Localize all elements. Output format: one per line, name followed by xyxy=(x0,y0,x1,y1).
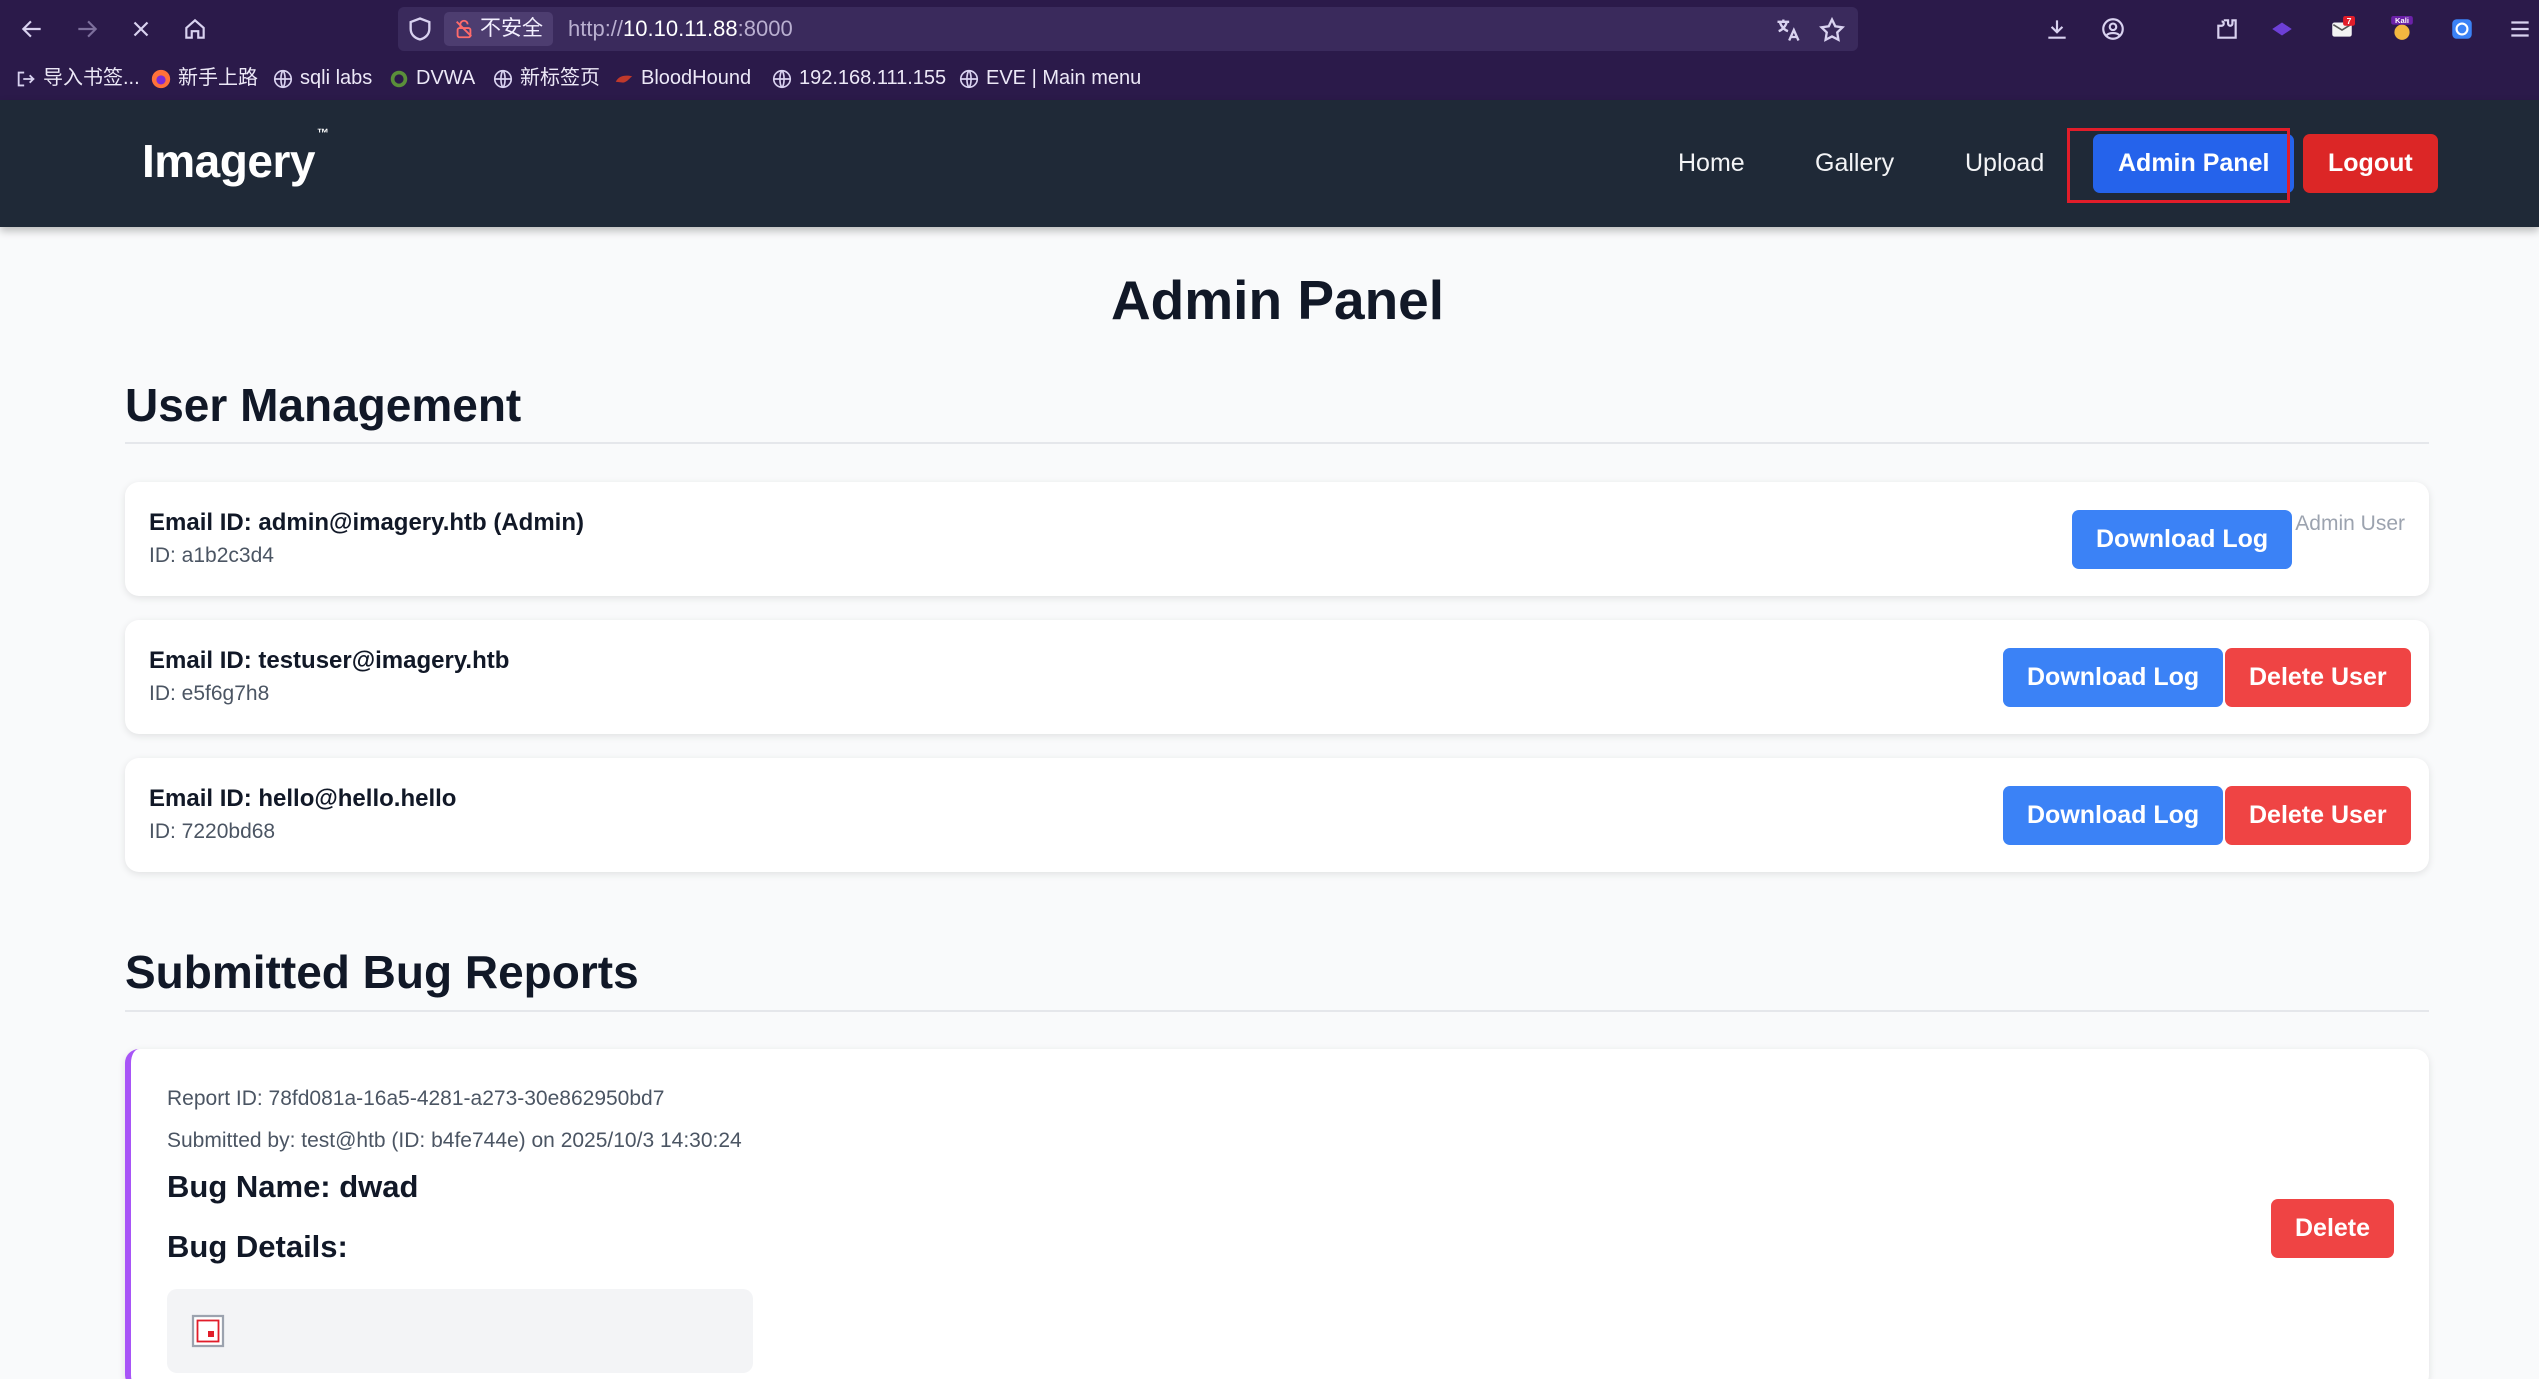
globe-icon xyxy=(959,69,979,89)
dvwa-icon xyxy=(390,70,408,88)
user-card: Email ID: testuser@imagery.htb ID: e5f6g… xyxy=(125,620,2429,734)
bug-name: Bug Name: dwad xyxy=(167,1169,419,1204)
bloodhound-icon xyxy=(615,75,633,83)
user-card: Email ID: hello@hello.hello ID: 7220bd68… xyxy=(125,758,2429,872)
bookmark-label: 导入书签... xyxy=(43,67,140,89)
globe-icon xyxy=(273,69,293,89)
download-log-button[interactable]: Download Log xyxy=(2003,786,2224,845)
extensions-icon[interactable] xyxy=(2210,12,2244,46)
back-icon[interactable] xyxy=(15,12,49,46)
bookmark-label: 192.168.111.155 xyxy=(799,67,947,89)
insecure-label: 不安全 xyxy=(480,17,543,40)
delete-user-button[interactable]: Delete User xyxy=(2225,648,2411,707)
bug-details-box xyxy=(167,1289,753,1373)
globe-icon xyxy=(772,69,792,89)
bookmark-eve[interactable]: EVE | Main menu xyxy=(958,62,1141,94)
insecure-badge[interactable]: 不安全 xyxy=(444,12,553,46)
menu-icon[interactable] xyxy=(2503,12,2537,46)
logo-text: Imagery xyxy=(142,135,315,187)
user-management-heading: User Management xyxy=(125,379,522,431)
home-icon[interactable] xyxy=(178,12,212,46)
url-bar[interactable]: 不安全 http://10.10.11.88:8000 xyxy=(398,7,1858,51)
unlocked-lock-icon xyxy=(456,19,472,39)
bookmark-label: EVE | Main menu xyxy=(986,67,1142,89)
section-divider xyxy=(125,1010,2429,1012)
bookmark-192-168-111-155[interactable]: 192.168.111.155 xyxy=(771,62,946,94)
admin-user-label: Admin User xyxy=(2295,512,2405,535)
section-divider xyxy=(125,442,2429,444)
download-log-button[interactable]: Download Log xyxy=(2072,510,2293,569)
shield-icon[interactable] xyxy=(406,15,434,43)
browser-toolbar: 不安全 http://10.10.11.88:8000 7 Kali xyxy=(0,0,2539,58)
broken-image-icon xyxy=(191,1314,225,1348)
url-port: :8000 xyxy=(737,16,793,41)
mail-extension-icon[interactable]: 7 xyxy=(2325,12,2359,46)
bookmark-star-icon[interactable] xyxy=(1818,16,1846,44)
download-log-button[interactable]: Download Log xyxy=(2003,648,2224,707)
logo-trademark: ™ xyxy=(316,125,329,140)
bug-details-label: Bug Details: xyxy=(167,1229,348,1264)
annotation-highlight-box xyxy=(2067,128,2290,203)
bookmark-label: sqli labs xyxy=(300,67,373,89)
bookmark-getting-started[interactable]: 新手上路 xyxy=(150,62,258,94)
page-title: Admin Panel xyxy=(1110,269,1445,331)
user-email: Email ID: admin@imagery.htb (Admin) xyxy=(149,509,584,536)
browser-chrome: 不安全 http://10.10.11.88:8000 7 Kali 导入书签.… xyxy=(0,0,2539,100)
site-logo[interactable]: Imagery™ xyxy=(142,126,329,188)
bookmark-dvwa[interactable]: DVWA xyxy=(388,62,475,94)
bookmark-label: 新手上路 xyxy=(178,67,258,89)
firefox-icon xyxy=(151,69,171,89)
bug-report-card: Report ID: 78fd081a-16a5-4281-a273-30e86… xyxy=(125,1049,2429,1379)
stop-icon[interactable] xyxy=(124,12,158,46)
user-id: ID: 7220bd68 xyxy=(149,820,276,843)
bookmark-import[interactable]: 导入书签... xyxy=(15,62,140,94)
nav-gallery-link[interactable]: Gallery xyxy=(1815,100,1894,227)
bookmarks-bar: 导入书签... 新手上路 sqli labs DVWA 新标签页 BloodHo… xyxy=(0,62,2539,94)
bookmark-label: BloodHound xyxy=(641,67,752,89)
delete-user-button[interactable]: Delete User xyxy=(2225,786,2411,845)
user-email: Email ID: hello@hello.hello xyxy=(149,785,457,812)
translate-icon[interactable] xyxy=(1774,16,1802,44)
import-icon xyxy=(17,71,35,87)
report-submitter: Submitted by: test@htb (ID: b4fe744e) on… xyxy=(167,1129,742,1152)
kali-extension-icon[interactable]: Kali xyxy=(2385,12,2419,46)
globe-icon xyxy=(493,69,513,89)
profile-badge-label: Kali xyxy=(2395,16,2409,25)
forward-icon[interactable] xyxy=(70,12,104,46)
user-id: ID: e5f6g7h8 xyxy=(149,682,270,705)
bookmark-bloodhound[interactable]: BloodHound xyxy=(613,62,751,94)
bookmark-sqli-labs[interactable]: sqli labs xyxy=(272,62,372,94)
user-card: Email ID: admin@imagery.htb (Admin) ID: … xyxy=(125,482,2429,596)
bookmark-new-tab[interactable]: 新标签页 xyxy=(492,62,600,94)
bookmark-label: DVWA xyxy=(416,67,476,89)
logout-button[interactable]: Logout xyxy=(2303,134,2438,193)
container-extension-icon[interactable] xyxy=(2445,12,2479,46)
user-id: ID: a1b2c3d4 xyxy=(149,544,274,567)
bug-reports-heading: Submitted Bug Reports xyxy=(125,946,639,998)
extension-badge-count: 7 xyxy=(2347,16,2352,26)
url-text[interactable]: http://10.10.11.88:8000 xyxy=(568,7,793,51)
report-id: Report ID: 78fd081a-16a5-4281-a273-30e86… xyxy=(167,1087,665,1110)
url-scheme: http:// xyxy=(568,16,624,41)
nav-home-link[interactable]: Home xyxy=(1678,100,1745,227)
download-icon[interactable] xyxy=(2040,12,2074,46)
url-host: 10.10.11.88 xyxy=(623,16,738,41)
vpn-extension-icon[interactable] xyxy=(2265,12,2299,46)
nav-upload-link[interactable]: Upload xyxy=(1965,100,2044,227)
bookmark-label: 新标签页 xyxy=(520,67,600,89)
user-email: Email ID: testuser@imagery.htb xyxy=(149,647,510,674)
account-icon[interactable] xyxy=(2096,12,2130,46)
delete-report-button[interactable]: Delete xyxy=(2271,1199,2395,1258)
